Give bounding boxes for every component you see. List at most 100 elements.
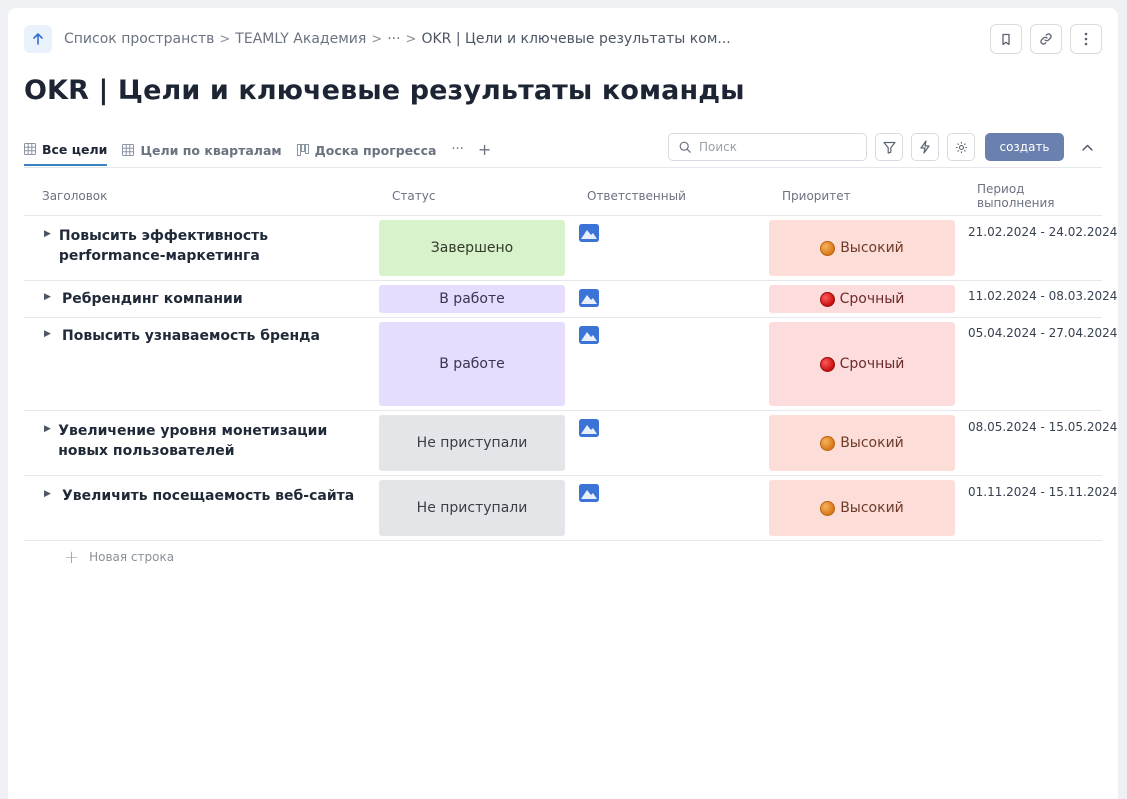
bookmark-icon xyxy=(1002,33,1010,45)
priority-cell[interactable]: Срочный xyxy=(764,318,959,410)
status-label: Завершено xyxy=(430,240,514,256)
title-cell: ▶ Повысить эффективность performance-мар… xyxy=(24,216,374,280)
copy-link-button[interactable] xyxy=(1030,24,1062,54)
breadcrumb-separator: > xyxy=(405,31,417,47)
column-header-status[interactable]: Статус xyxy=(374,189,569,203)
expand-row-icon[interactable]: ▶ xyxy=(44,226,53,239)
title-cell: ▶ Повысить узнаваемость бренда xyxy=(24,318,374,410)
expand-row-icon[interactable]: ▶ xyxy=(44,326,56,339)
table-row[interactable]: ▶ Ребрендинг компании В работе Срочный 1… xyxy=(24,281,1117,318)
automation-button[interactable] xyxy=(911,133,939,161)
period-cell[interactable]: 08.05.2024 - 15.05.2024 xyxy=(959,411,1117,475)
period-cell[interactable]: 01.11.2024 - 15.11.2024 xyxy=(959,476,1117,540)
board-icon xyxy=(296,144,309,156)
priority-cell[interactable]: Высокий xyxy=(764,476,959,540)
priority-cell[interactable]: Высокий xyxy=(764,216,959,280)
search-input[interactable] xyxy=(699,140,849,154)
priority-cell[interactable]: Срочный xyxy=(764,281,959,317)
avatar xyxy=(579,484,599,502)
orange-circle-icon xyxy=(820,240,836,256)
breadcrumb-separator: > xyxy=(371,31,383,47)
tab-progress-board[interactable]: Доска прогресса xyxy=(296,132,436,166)
avatar xyxy=(579,224,599,242)
owner-cell[interactable] xyxy=(569,216,764,280)
topbar: Список пространств > TEAMLY Академия > ·… xyxy=(24,24,1102,54)
create-button[interactable]: создать xyxy=(985,133,1064,161)
kebab-menu-icon xyxy=(1084,32,1088,46)
row-title[interactable]: Увеличить посещаемость веб-сайта xyxy=(62,486,354,506)
filter-button[interactable] xyxy=(875,133,903,161)
row-title[interactable]: Повысить эффективность performance-марке… xyxy=(59,226,366,266)
priority-badge: Высокий xyxy=(769,480,955,536)
priority-cell[interactable]: Высокий xyxy=(764,411,959,475)
status-badge: Не приступали xyxy=(379,480,565,536)
expand-row-icon[interactable]: ▶ xyxy=(44,421,52,434)
table-toolbar: создать xyxy=(668,133,1098,161)
status-cell[interactable]: Не приступали xyxy=(374,411,569,475)
tab-all-goals[interactable]: Все цели xyxy=(24,132,108,166)
go-up-button[interactable] xyxy=(24,25,52,53)
settings-button[interactable] xyxy=(947,133,975,161)
status-cell[interactable]: В работе xyxy=(374,281,569,317)
status-badge: В работе xyxy=(379,322,565,406)
title-cell: ▶ Увеличить посещаемость веб-сайта xyxy=(24,476,374,540)
breadcrumb: Список пространств > TEAMLY Академия > ·… xyxy=(64,31,731,47)
table-row[interactable]: ▶ Увеличение уровня монетизации новых по… xyxy=(24,411,1117,476)
priority-label: Срочный xyxy=(839,356,905,372)
status-badge: В работе xyxy=(379,285,565,313)
tab-goals-by-quarter[interactable]: Цели по кварталам xyxy=(122,132,282,166)
arrow-up-icon xyxy=(33,33,43,45)
page-card: Список пространств > TEAMLY Академия > ·… xyxy=(8,8,1118,799)
status-cell[interactable]: В работе xyxy=(374,318,569,410)
status-label: Не приступали xyxy=(416,500,528,516)
period-cell[interactable]: 21.02.2024 - 24.02.2024 xyxy=(959,216,1117,280)
expand-row-icon[interactable]: ▶ xyxy=(44,486,56,499)
search-box xyxy=(668,133,867,161)
owner-cell[interactable] xyxy=(569,281,764,317)
row-title[interactable]: Увеличение уровня монетизации новых поль… xyxy=(58,421,366,461)
period-cell[interactable]: 11.02.2024 - 08.03.2024 xyxy=(959,281,1117,317)
owner-cell[interactable] xyxy=(569,411,764,475)
priority-badge: Срочный xyxy=(769,322,955,406)
status-cell[interactable]: Не приступали xyxy=(374,476,569,540)
add-view-button[interactable]: + xyxy=(478,132,491,166)
column-header-priority[interactable]: Приоритет xyxy=(764,189,959,203)
breadcrumb-item-academy[interactable]: TEAMLY Академия xyxy=(235,31,366,47)
breadcrumb-item-more[interactable]: ··· xyxy=(387,31,400,47)
status-cell[interactable]: Завершено xyxy=(374,216,569,280)
owner-cell[interactable] xyxy=(569,476,764,540)
tab-label: Цели по кварталам xyxy=(140,142,282,158)
column-header-period[interactable]: Период выполнения xyxy=(959,182,1102,210)
filter-icon xyxy=(882,141,896,154)
period-cell[interactable]: 05.04.2024 - 27.04.2024 xyxy=(959,318,1117,410)
owner-cell[interactable] xyxy=(569,318,764,410)
priority-label: Срочный xyxy=(839,291,905,307)
tabs-divider xyxy=(24,167,1102,168)
column-header-title[interactable]: Заголовок xyxy=(24,189,374,203)
priority-badge: Срочный xyxy=(769,285,955,313)
avatar xyxy=(579,289,599,307)
priority-label: Высокий xyxy=(840,435,904,451)
priority-badge: Высокий xyxy=(769,415,955,471)
priority-label: Высокий xyxy=(840,240,904,256)
row-title[interactable]: Ребрендинг компании xyxy=(62,289,243,309)
table-row[interactable]: ▶ Повысить эффективность performance-мар… xyxy=(24,216,1117,281)
table-row[interactable]: ▶ Увеличить посещаемость веб-сайта Не пр… xyxy=(24,476,1117,541)
column-header-owner[interactable]: Ответственный xyxy=(569,189,764,203)
tabs-more-button[interactable]: ··· xyxy=(451,132,463,166)
more-menu-button[interactable] xyxy=(1070,24,1102,54)
red-circle-icon xyxy=(819,356,835,372)
goals-table: Заголовок Статус Ответственный Приоритет… xyxy=(24,176,1117,573)
collapse-button[interactable] xyxy=(1076,133,1098,161)
add-row-button[interactable]: + Новая строка xyxy=(24,541,1102,573)
status-badge: Завершено xyxy=(379,220,565,276)
expand-row-icon[interactable]: ▶ xyxy=(44,289,56,302)
bookmark-button[interactable] xyxy=(990,24,1022,54)
table-row[interactable]: ▶ Повысить узнаваемость бренда В работе … xyxy=(24,318,1117,411)
page-title: OKR | Цели и ключевые результаты команды xyxy=(24,75,745,106)
breadcrumb-item-spaces[interactable]: Список пространств xyxy=(64,31,214,47)
avatar xyxy=(579,419,599,437)
row-title[interactable]: Повысить узнаваемость бренда xyxy=(62,326,320,346)
table-icon xyxy=(122,144,135,156)
status-label: В работе xyxy=(439,291,505,307)
